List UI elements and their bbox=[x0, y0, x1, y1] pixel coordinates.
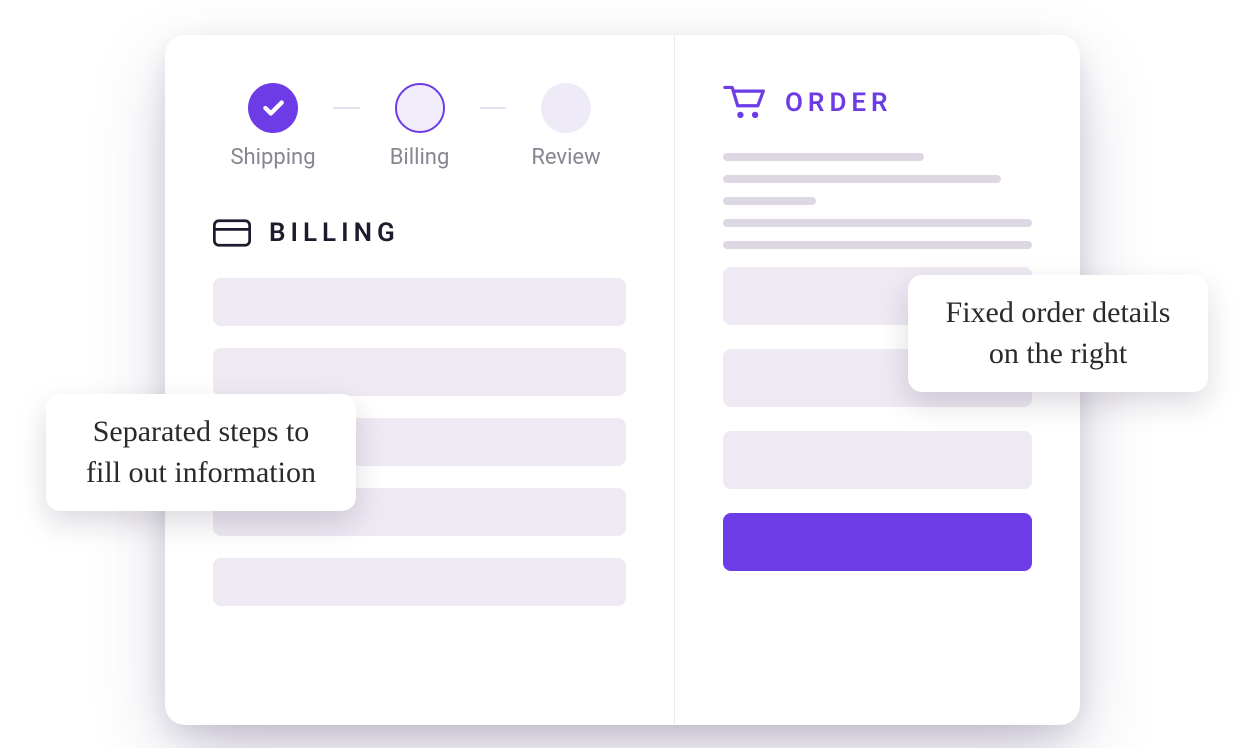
summary-line bbox=[723, 153, 924, 161]
summary-row bbox=[723, 431, 1032, 489]
step-review-circle bbox=[541, 83, 591, 133]
summary-line bbox=[723, 197, 816, 205]
billing-title: BILLING bbox=[269, 218, 400, 248]
form-field-placeholder[interactable] bbox=[213, 278, 626, 326]
step-billing-circle bbox=[395, 83, 445, 133]
checkout-stepper: Shipping Billing Review bbox=[213, 83, 626, 170]
step-review[interactable]: Review bbox=[506, 83, 626, 170]
step-shipping[interactable]: Shipping bbox=[213, 83, 333, 170]
step-shipping-circle bbox=[248, 83, 298, 133]
checkout-left-pane: Shipping Billing Review BILLING bbox=[165, 35, 675, 725]
summary-line bbox=[723, 219, 1032, 227]
billing-section-header: BILLING bbox=[213, 218, 626, 248]
summary-line bbox=[723, 175, 1001, 183]
annotation-left: Separated steps to fill out information bbox=[46, 394, 356, 511]
step-track bbox=[333, 107, 360, 109]
credit-card-icon bbox=[213, 218, 251, 248]
form-field-placeholder[interactable] bbox=[213, 348, 626, 396]
cart-icon bbox=[723, 83, 767, 123]
order-section-header: ORDER bbox=[723, 83, 1032, 123]
form-field-placeholder[interactable] bbox=[213, 558, 626, 606]
annotation-right: Fixed order details on the right bbox=[908, 275, 1208, 392]
step-track bbox=[480, 107, 507, 109]
step-shipping-label: Shipping bbox=[230, 145, 315, 170]
order-title: ORDER bbox=[785, 88, 893, 118]
place-order-button[interactable] bbox=[723, 513, 1032, 571]
summary-line bbox=[723, 241, 1032, 249]
check-icon bbox=[260, 95, 286, 121]
step-billing[interactable]: Billing bbox=[360, 83, 480, 170]
step-review-label: Review bbox=[531, 145, 600, 170]
step-billing-label: Billing bbox=[390, 145, 450, 170]
